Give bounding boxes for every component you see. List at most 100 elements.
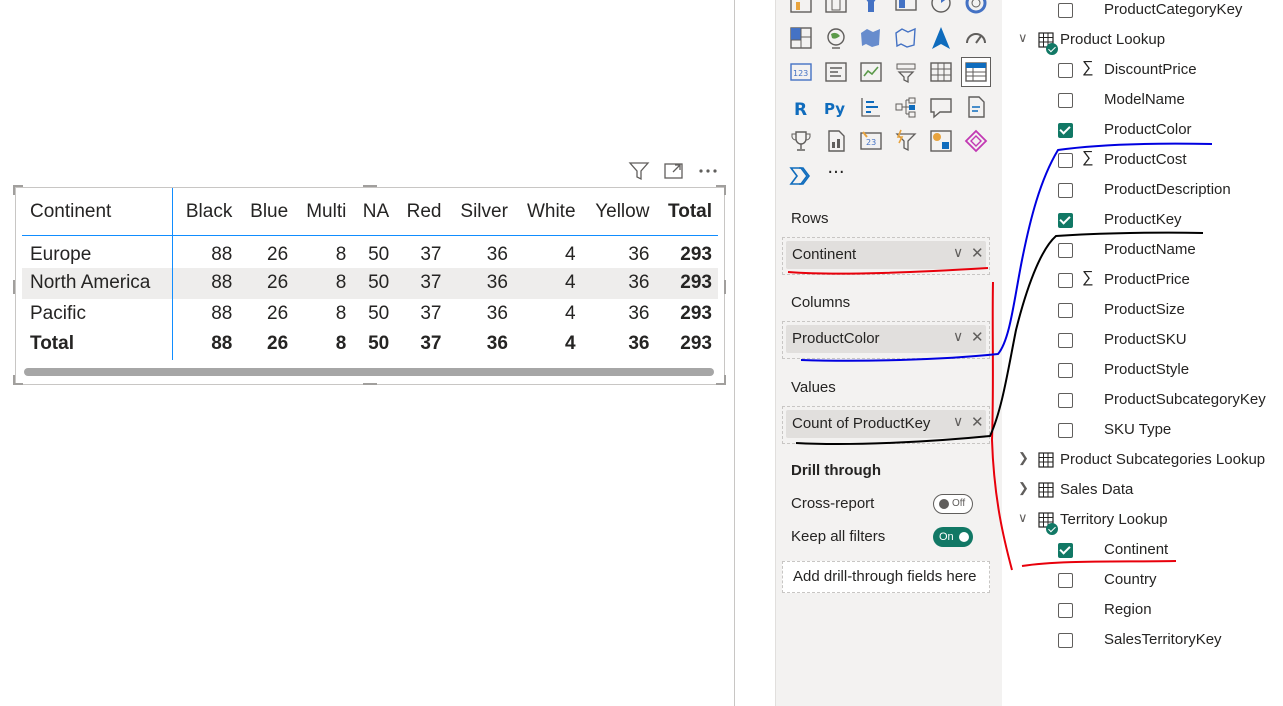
python-visual-icon[interactable]: Py: [821, 92, 851, 122]
column-header-cell[interactable]: Total: [655, 188, 718, 236]
column-header-cell[interactable]: White: [513, 188, 582, 236]
resize-handle[interactable]: [724, 375, 726, 385]
table-icon[interactable]: [926, 57, 956, 87]
field-checkbox[interactable]: [1058, 363, 1073, 378]
rows-well[interactable]: Continent ∨ ✕: [782, 237, 990, 275]
resize-handle[interactable]: [724, 185, 726, 195]
table-node[interactable]: ∨ Territory Lookup: [1002, 505, 1283, 535]
field-item[interactable]: ProductSubcategoryKey: [1002, 385, 1283, 415]
field-item[interactable]: ProductName: [1002, 235, 1283, 265]
column-header-cell[interactable]: Yellow: [581, 188, 656, 236]
field-item[interactable]: Continent: [1002, 535, 1283, 565]
scorecard-icon[interactable]: 23: [856, 126, 886, 156]
kpi-icon[interactable]: [856, 57, 886, 87]
ribbon-icon[interactable]: [891, 0, 921, 18]
row-header-cell[interactable]: Continent: [22, 188, 174, 236]
field-item[interactable]: ProductSKU: [1002, 325, 1283, 355]
cross-report-toggle[interactable]: Off: [933, 494, 973, 514]
remove-field-icon[interactable]: ✕: [971, 413, 984, 431]
decomposition-tree-icon[interactable]: [891, 92, 921, 122]
field-checkbox[interactable]: [1058, 333, 1073, 348]
horizontal-scrollbar[interactable]: [24, 368, 714, 376]
map-icon[interactable]: [821, 23, 851, 53]
field-item[interactable]: ProductCategoryKey: [1002, 0, 1283, 25]
column-header-cell[interactable]: Black: [172, 188, 239, 236]
chevron-right-icon[interactable]: ❯: [1018, 450, 1029, 466]
resize-handle[interactable]: [724, 280, 726, 294]
clustered-bar-icon[interactable]: [821, 0, 851, 18]
shape-map-icon[interactable]: [891, 23, 921, 53]
diamond-icon[interactable]: [961, 126, 991, 156]
field-checkbox[interactable]: [1058, 543, 1073, 558]
field-checkbox[interactable]: [1058, 273, 1073, 288]
qa-icon[interactable]: [926, 92, 956, 122]
field-item[interactable]: ProductStyle: [1002, 355, 1283, 385]
field-checkbox[interactable]: [1058, 183, 1073, 198]
chevron-down-icon[interactable]: ∨: [953, 328, 963, 345]
more-options-icon[interactable]: [697, 160, 719, 182]
field-checkbox[interactable]: [1058, 603, 1073, 618]
chevron-right-icon[interactable]: ❯: [1018, 480, 1029, 496]
field-item[interactable]: Country: [1002, 565, 1283, 595]
matrix-visual[interactable]: Continent Black Blue Multi NA Red Silver White Y…: [13, 185, 726, 385]
column-header-cell[interactable]: Multi: [294, 188, 353, 236]
resize-handle[interactable]: [13, 375, 15, 385]
field-checkbox[interactable]: [1058, 243, 1073, 258]
table-row[interactable]: Europe 88 26 8 50 37 36 4 36 293: [22, 235, 718, 268]
resize-handle[interactable]: [13, 280, 15, 294]
field-checkbox[interactable]: [1058, 3, 1073, 18]
resize-handle[interactable]: [13, 185, 15, 195]
chevron-down-icon[interactable]: ∨: [953, 413, 963, 430]
resize-handle[interactable]: [363, 185, 377, 187]
field-checkbox[interactable]: [1058, 393, 1073, 408]
field-item[interactable]: SalesTerritoryKey: [1002, 625, 1283, 655]
table-node[interactable]: ❯ Product Subcategories Lookup: [1002, 445, 1283, 475]
power-automate-icon[interactable]: [926, 126, 956, 156]
column-header-cell[interactable]: NA: [352, 188, 396, 236]
chevrons-icon[interactable]: [786, 161, 816, 191]
azure-map-icon[interactable]: [926, 23, 956, 53]
field-item[interactable]: ∑ ProductCost: [1002, 145, 1283, 175]
field-item[interactable]: ModelName: [1002, 85, 1283, 115]
column-header-cell[interactable]: Red: [395, 188, 448, 236]
table-row[interactable]: North America 88 26 8 50 37 36 4 36 293: [22, 268, 718, 299]
columns-well[interactable]: ProductColor ∨ ✕: [782, 321, 990, 359]
field-item[interactable]: SKU Type: [1002, 415, 1283, 445]
r-visual-icon[interactable]: R: [786, 92, 816, 122]
field-checkbox[interactable]: [1058, 93, 1073, 108]
slicer-icon[interactable]: [891, 57, 921, 87]
chevron-down-icon[interactable]: ∨: [953, 244, 963, 261]
gauge-icon[interactable]: [961, 23, 991, 53]
field-item[interactable]: ∑ DiscountPrice: [1002, 55, 1283, 85]
more-visuals-icon[interactable]: ···: [821, 157, 851, 187]
table-row[interactable]: Pacific 88 26 8 50 37 36 4 36 293: [22, 298, 718, 329]
field-checkbox[interactable]: [1058, 153, 1073, 168]
field-checkbox[interactable]: [1058, 573, 1073, 588]
field-checkbox[interactable]: [1058, 213, 1073, 228]
filter-icon[interactable]: [628, 160, 650, 182]
paginated-report-icon[interactable]: [821, 126, 851, 156]
field-checkbox[interactable]: [1058, 423, 1073, 438]
column-header-cell[interactable]: Silver: [447, 188, 514, 236]
matrix-icon[interactable]: [961, 57, 991, 87]
table-node[interactable]: ❯ Sales Data: [1002, 475, 1283, 505]
pie-icon[interactable]: [926, 0, 956, 18]
field-item[interactable]: ProductDescription: [1002, 175, 1283, 205]
key-influencers-icon[interactable]: [856, 92, 886, 122]
resize-handle[interactable]: [363, 383, 377, 385]
columns-field-pill[interactable]: ProductColor ∨ ✕: [786, 325, 986, 353]
field-item[interactable]: ProductSize: [1002, 295, 1283, 325]
treemap-icon[interactable]: [786, 23, 816, 53]
values-well[interactable]: Count of ProductKey ∨ ✕: [782, 406, 990, 444]
remove-field-icon[interactable]: ✕: [971, 244, 984, 262]
keep-all-filters-toggle[interactable]: On: [933, 527, 973, 547]
donut-icon[interactable]: [961, 0, 991, 18]
drill-through-well[interactable]: Add drill-through fields here: [782, 561, 990, 593]
power-apps-icon[interactable]: [891, 126, 921, 156]
column-header-cell[interactable]: Blue: [238, 188, 295, 236]
card-icon[interactable]: 123: [786, 57, 816, 87]
field-checkbox[interactable]: [1058, 123, 1073, 138]
field-item[interactable]: Region: [1002, 595, 1283, 625]
field-item[interactable]: ProductKey: [1002, 205, 1283, 235]
smart-narrative-icon[interactable]: [961, 92, 991, 122]
